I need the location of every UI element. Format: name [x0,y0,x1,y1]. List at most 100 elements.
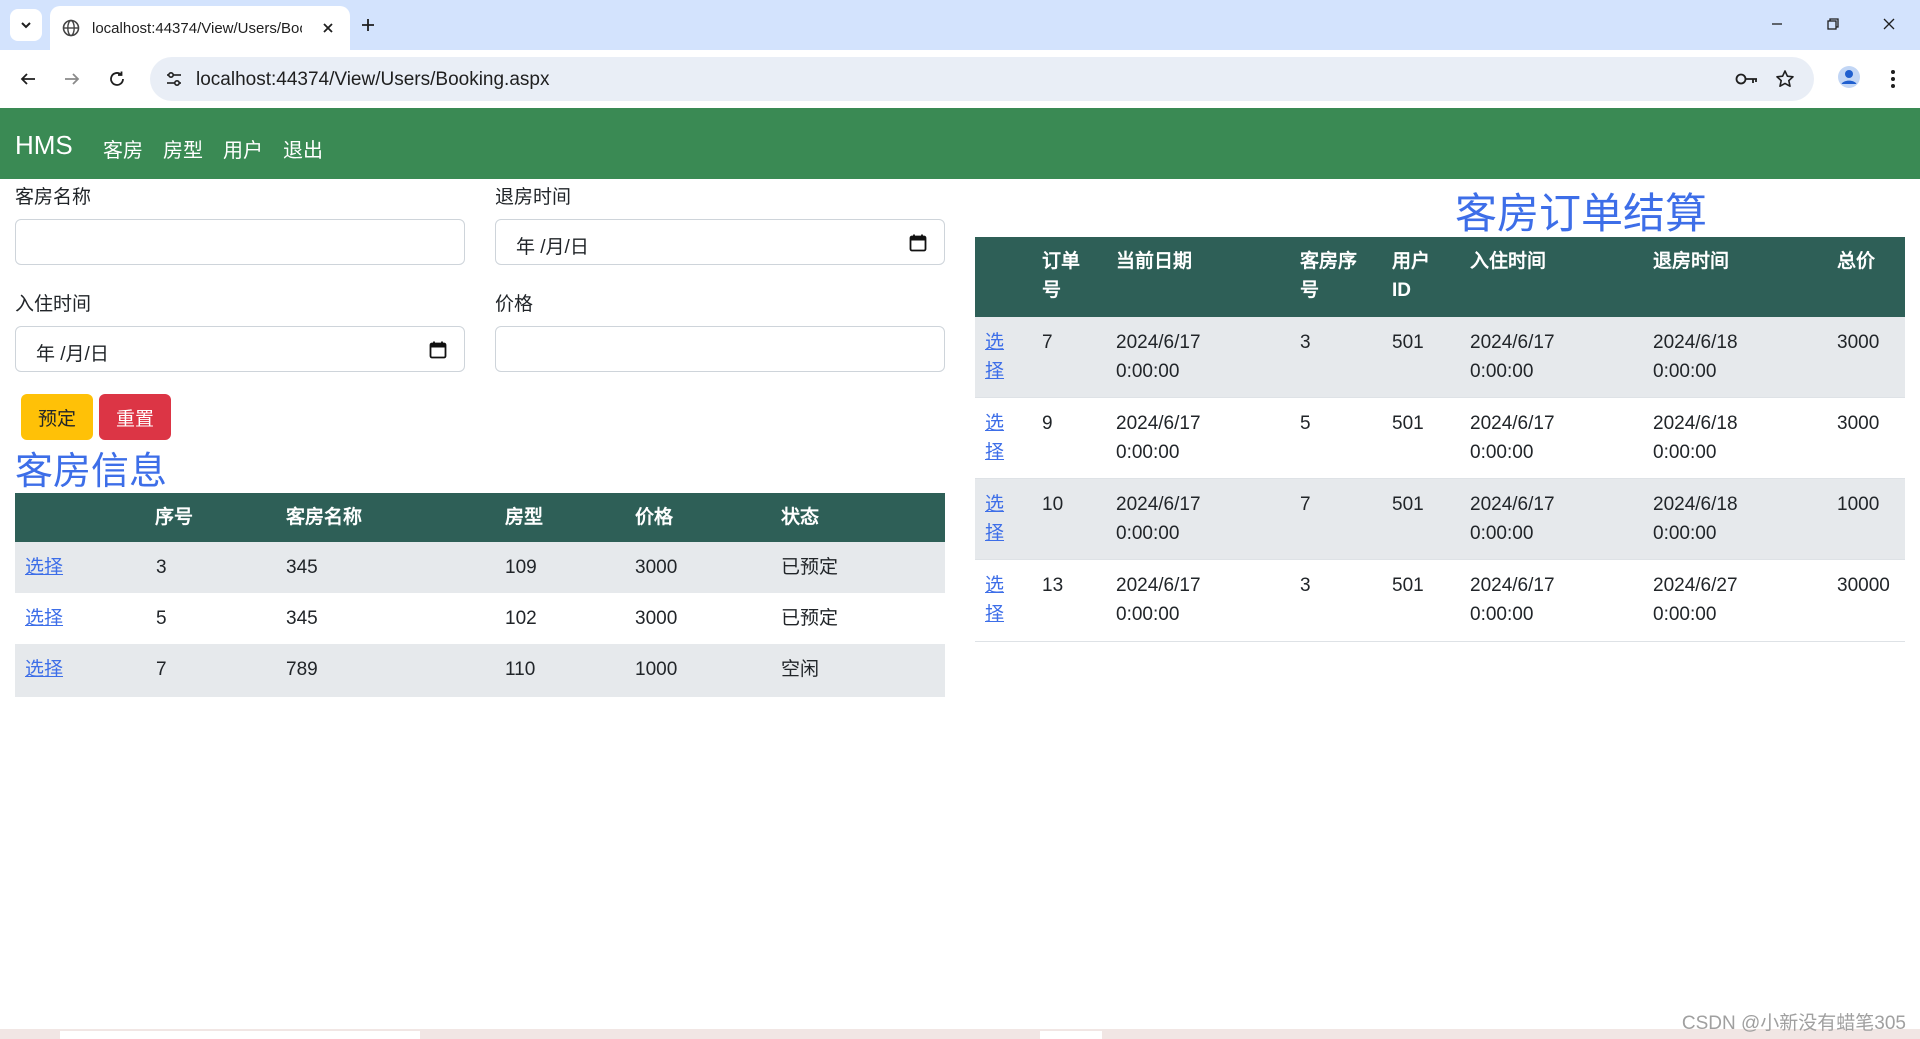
minimize-button[interactable] [1754,8,1800,40]
browser-tab-active[interactable]: localhost:44374/View/Users/Booking.aspx [50,6,350,50]
select-link[interactable]: 选择 [25,655,63,684]
rooms-section-title: 客房信息 [15,451,168,493]
nav-link-logout[interactable]: 退出 [283,134,323,163]
restore-button[interactable] [1810,8,1856,40]
browser-toolbar: localhost:44374/View/Users/Booking.aspx [0,50,1920,108]
header-cell: 序号 [155,507,194,528]
close-window-button[interactable] [1866,8,1912,40]
brand-logo[interactable]: HMS [15,130,73,161]
close-icon [323,23,333,33]
header-cell: 价格 [635,507,674,528]
rooms-table-header: 序号 客房名称 房型 价格 状态 [15,493,945,542]
avatar-icon [1838,66,1860,88]
select-link[interactable]: 选择 [25,604,63,633]
room-status-cell: 已预定 [781,608,839,629]
arrow-right-icon [65,73,80,85]
room-name-input[interactable] [15,219,465,265]
header-cell: 客房名称 [286,507,363,528]
tab-search-button[interactable] [10,9,42,41]
checkout-cell: 2024/6/27 0:00:00 [1653,575,1738,625]
header-cell: 退房时间 [1653,251,1730,272]
plus-icon [362,19,374,31]
total-cell: 3000 [1837,332,1880,353]
checkin-cell: 2024/6/17 0:00:00 [1470,494,1555,544]
user-id-cell: 501 [1392,332,1424,353]
watermark: CSDN @小新没有蜡笔305 [1681,1013,1906,1034]
password-key-button[interactable] [1732,65,1762,93]
order-id-cell: 13 [1042,575,1064,596]
header-cell: 房型 [505,507,544,528]
header-cell: 当前日期 [1116,251,1193,272]
taskbar-segment [60,1031,420,1039]
orders-table: 订单号 当前日期 客房序号 用户 ID 入住时间 退房时间 总价 选择 7 202… [975,237,1905,642]
checkout-time-label: 退房时间 [495,187,572,208]
browser-menu-button[interactable] [1878,62,1908,96]
table-row: 选择 7 789 110 1000 空闲 [15,644,945,697]
room-status-cell: 已预定 [781,557,839,578]
current-date-cell: 2024/6/17 0:00:00 [1116,494,1201,544]
nav-link-room-types[interactable]: 房型 [163,134,203,163]
table-row: 选择 5 345 102 3000 已预定 [15,593,945,644]
price-label: 价格 [495,294,534,315]
tab-close-button[interactable] [318,18,338,38]
new-tab-button[interactable] [354,11,382,39]
tab-title: localhost:44374/View/Users/Booking.aspx [92,19,302,37]
book-button[interactable]: 预定 [21,394,93,440]
select-link[interactable]: 选择 [985,328,1004,386]
room-price-cell: 3000 [635,557,678,578]
nav-link-users[interactable]: 用户 [223,134,263,163]
reset-button[interactable]: 重置 [99,394,171,440]
room-id-cell: 7 [156,659,167,680]
room-type-cell: 109 [505,557,537,578]
table-row: 选择 3 345 109 3000 已预定 [15,542,945,593]
user-id-cell: 501 [1392,575,1424,596]
site-info-button[interactable] [162,67,186,91]
select-link[interactable]: 选择 [985,490,1004,548]
nav-link-rooms[interactable]: 客房 [103,134,143,163]
user-id-cell: 501 [1392,494,1424,515]
forward-button[interactable] [55,62,89,96]
close-icon [1883,18,1895,30]
select-link[interactable]: 选择 [25,553,63,582]
checkout-date-text: 年 /月/日 [516,237,589,258]
room-id-cell: 5 [1300,413,1311,434]
table-row: 选择 10 2024/6/17 0:00:00 7 501 2024/6/17 0:… [975,479,1905,560]
select-link[interactable]: 选择 [985,409,1004,467]
table-row: 选择 13 2024/6/17 0:00:00 3 501 2024/6/17 0:… [975,560,1905,642]
url-text[interactable]: localhost:44374/View/Users/Booking.aspx [196,69,549,91]
total-cell: 1000 [1837,494,1880,515]
checkin-date-input[interactable]: 年 /月/日 [15,326,465,372]
checkin-date-text: 年 /月/日 [36,344,109,365]
back-button[interactable] [11,62,45,96]
checkin-cell: 2024/6/17 0:00:00 [1470,332,1555,382]
profile-button[interactable] [1832,60,1866,94]
price-input[interactable] [495,326,945,372]
browser-tabstrip: localhost:44374/View/Users/Booking.aspx [0,0,1920,50]
globe-icon [62,19,80,37]
room-id-cell: 3 [156,557,167,578]
room-type-cell: 102 [505,608,537,629]
bookmark-button[interactable] [1770,65,1800,93]
reload-button[interactable] [100,62,134,96]
checkin-time-label: 入住时间 [15,294,92,315]
room-id-cell: 5 [156,608,167,629]
orders-section-title: 客房订单结算 [1455,190,1708,237]
checkout-cell: 2024/6/18 0:00:00 [1653,494,1738,544]
chevron-down-icon [21,22,31,29]
restore-icon [1827,18,1839,30]
calendar-icon[interactable] [908,233,928,253]
header-cell: 客房序号 [1300,251,1358,301]
room-name-cell: 789 [286,659,318,680]
current-date-cell: 2024/6/17 0:00:00 [1116,413,1201,463]
order-id-cell: 9 [1042,413,1053,434]
header-cell: 总价 [1837,251,1876,272]
room-type-cell: 110 [505,659,536,680]
checkout-date-input[interactable]: 年 /月/日 [495,219,945,265]
address-bar[interactable]: localhost:44374/View/Users/Booking.aspx [150,57,1814,101]
header-cell: 入住时间 [1470,251,1547,272]
more-vertical-icon [1891,70,1895,88]
select-link[interactable]: 选择 [985,571,1004,629]
key-icon [1735,73,1757,85]
calendar-icon[interactable] [428,340,448,360]
header-cell: 订单号 [1042,251,1081,301]
